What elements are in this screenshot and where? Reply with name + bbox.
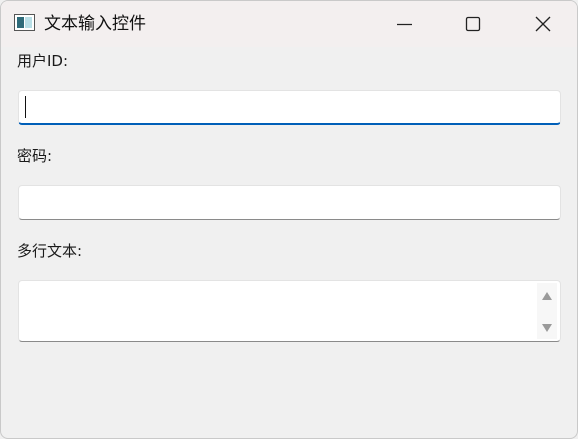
user-id-label: 用户ID: bbox=[17, 52, 69, 70]
user-id-input[interactable] bbox=[18, 90, 561, 125]
multiline-text-input[interactable] bbox=[19, 281, 531, 340]
minimize-button[interactable] bbox=[371, 1, 439, 47]
password-input[interactable] bbox=[18, 185, 561, 220]
close-icon bbox=[535, 16, 551, 32]
close-button[interactable] bbox=[507, 1, 575, 47]
password-label: 密码: bbox=[17, 147, 53, 165]
maximize-icon bbox=[465, 16, 481, 32]
multiline-text-label: 多行文本: bbox=[17, 242, 83, 260]
multiline-text-box bbox=[18, 280, 561, 342]
app-window: 文本输入控件 用户ID: 密码: 多行文本: bbox=[0, 0, 578, 439]
text-caret bbox=[25, 96, 26, 118]
scroll-up-arrow-icon[interactable] bbox=[541, 291, 553, 301]
minimize-icon bbox=[397, 23, 412, 26]
title-bar[interactable]: 文本输入控件 bbox=[1, 1, 577, 47]
app-window-icon bbox=[14, 14, 35, 31]
window-title: 文本输入控件 bbox=[44, 14, 146, 34]
scroll-down-arrow-icon[interactable] bbox=[541, 323, 553, 333]
vertical-scrollbar[interactable] bbox=[537, 283, 557, 339]
maximize-button[interactable] bbox=[439, 1, 507, 47]
